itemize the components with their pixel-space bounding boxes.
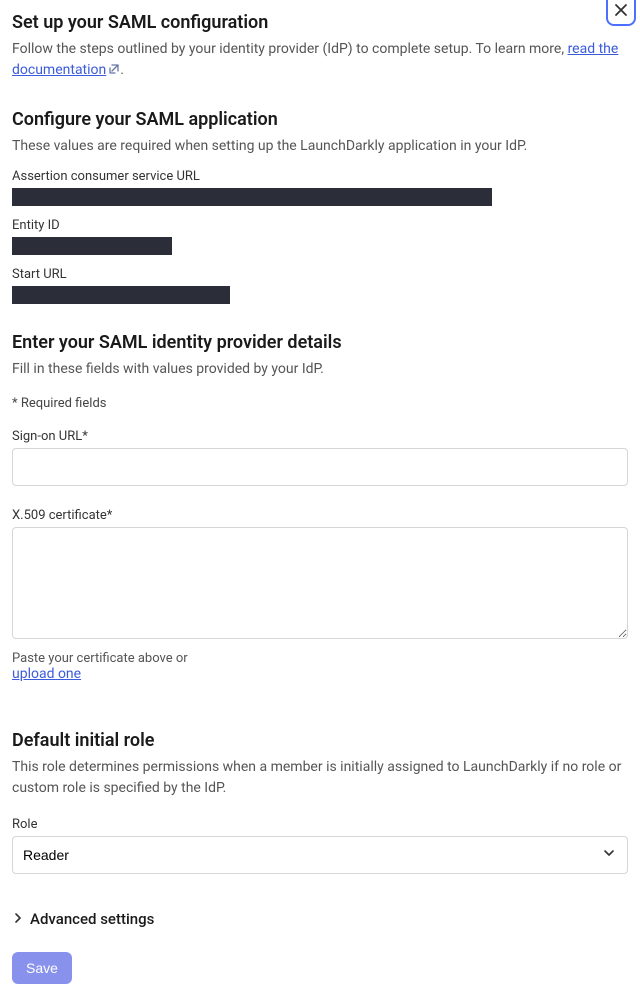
signon-url-label: Sign-on URL* — [12, 429, 628, 444]
save-button[interactable]: Save — [12, 952, 72, 984]
start-url-value — [12, 286, 230, 304]
signon-url-input[interactable] — [12, 448, 628, 486]
close-button[interactable] — [606, 0, 636, 26]
external-link-icon — [108, 61, 120, 73]
close-icon — [614, 3, 628, 22]
idp-section: Enter your SAML identity provider detail… — [12, 332, 628, 682]
start-url-label: Start URL — [12, 267, 628, 282]
chevron-right-icon — [12, 910, 24, 928]
acs-url-value — [12, 188, 492, 206]
role-subtext: This role determines permissions when a … — [12, 757, 628, 799]
advanced-settings-toggle[interactable]: Advanced settings — [12, 910, 628, 928]
acs-url-label: Assertion consumer service URL — [12, 169, 628, 184]
page-subtext: Follow the steps outlined by your identi… — [12, 39, 628, 81]
cert-textarea[interactable] — [12, 527, 628, 639]
cert-label: X.509 certificate* — [12, 508, 628, 523]
subtext-prefix: Follow the steps outlined by your identi… — [12, 41, 568, 57]
role-section: Default initial role This role determine… — [12, 730, 628, 874]
page-title: Set up your SAML configuration — [12, 12, 628, 33]
subtext-suffix: . — [120, 62, 124, 78]
entity-id-value — [12, 237, 172, 255]
idp-subtext: Fill in these fields with values provide… — [12, 359, 628, 380]
advanced-settings-label: Advanced settings — [30, 910, 154, 928]
cert-helper: Paste your certificate above or — [12, 651, 628, 666]
configure-subtext: These values are required when setting u… — [12, 136, 628, 157]
configure-title: Configure your SAML application — [12, 109, 628, 130]
role-title: Default initial role — [12, 730, 628, 751]
entity-id-label: Entity ID — [12, 218, 628, 233]
role-label: Role — [12, 817, 628, 832]
role-select[interactable]: Reader — [12, 836, 628, 874]
idp-title: Enter your SAML identity provider detail… — [12, 332, 628, 353]
required-fields-note: * Required fields — [12, 396, 628, 411]
upload-cert-link[interactable]: upload one — [12, 666, 81, 682]
configure-section: Configure your SAML application These va… — [12, 109, 628, 304]
